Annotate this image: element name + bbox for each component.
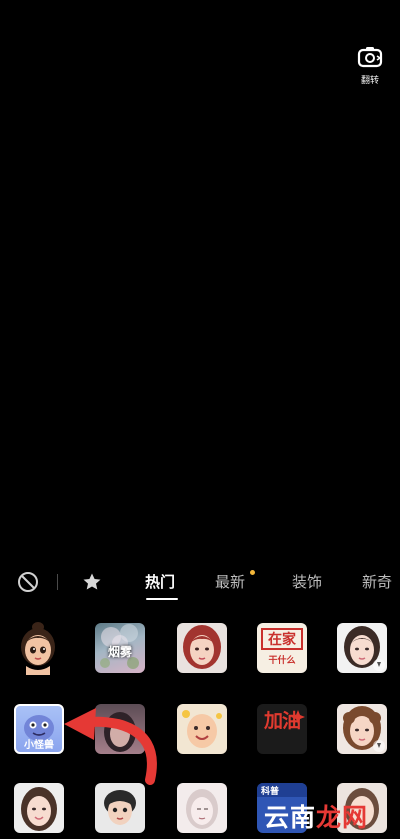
tab-divider: [57, 574, 58, 590]
effect-at-home[interactable]: 在家 干什么: [257, 623, 307, 673]
no-effect-icon[interactable]: [17, 571, 39, 593]
watermark-text: 云南龙网: [264, 803, 369, 832]
cartoon-girl-thumbnail: [21, 622, 55, 675]
cartoon-boy-thumbnail: [104, 790, 136, 825]
smoke-caption: 烟雾: [107, 645, 132, 659]
effect-sketch-girl[interactable]: [177, 783, 227, 833]
tab-novelty[interactable]: 新奇: [362, 572, 392, 592]
effect-blurred-girl[interactable]: [95, 704, 145, 754]
flip-camera-icon: [357, 47, 383, 68]
effect-portrait-girl[interactable]: [337, 623, 387, 673]
effect-portrait-red-hair[interactable]: [177, 623, 227, 673]
little-monster-caption: 小怪兽: [24, 740, 54, 751]
watermark: 云南龙网: [262, 800, 396, 834]
effect-jiayou[interactable]: 加油: [257, 704, 307, 754]
portrait-smile-thumbnail: [21, 787, 57, 831]
flip-camera-button[interactable]: 翻转: [348, 44, 392, 100]
emoji-face-thumbnail: [182, 710, 222, 748]
download-badge-icon: [373, 659, 385, 671]
jiayou-sparkle: [291, 710, 305, 724]
sketch-girl-thumbnail: [186, 789, 218, 829]
effect-cartoon-boy[interactable]: [95, 783, 145, 833]
tab-newest[interactable]: 最新: [215, 572, 245, 592]
download-badge-icon: [373, 740, 385, 752]
effect-little-monster[interactable]: 小怪兽: [14, 704, 64, 754]
science-caption: 科普: [261, 787, 280, 797]
effect-category-tabs: 热门 最新 装饰 新奇: [0, 562, 400, 604]
favorites-star-icon[interactable]: [82, 572, 102, 592]
camera-preview: 翻转 热门 最新 装饰 新奇 烟雾 在家 干什么 小怪兽 加油 科普 云南龙网: [0, 0, 400, 839]
tab-decoration[interactable]: 装饰: [292, 572, 322, 592]
portrait-red-hair-thumbnail: [183, 625, 221, 669]
effect-smoke[interactable]: 烟雾: [95, 623, 145, 673]
effect-emoji-face[interactable]: [177, 704, 227, 754]
blurred-girl-thumbnail: [104, 712, 136, 752]
tab-hot[interactable]: 热门: [145, 572, 175, 592]
effect-portrait-smile[interactable]: [14, 783, 64, 833]
at-home-subcaption: 干什么: [268, 656, 296, 666]
new-content-dot: [250, 570, 255, 575]
at-home-caption: 在家: [268, 632, 296, 648]
active-tab-indicator: [146, 598, 178, 600]
effect-cartoon-girl[interactable]: [14, 619, 62, 675]
flip-camera-label: 翻转: [360, 76, 379, 86]
effect-portrait-curly[interactable]: [337, 704, 387, 754]
